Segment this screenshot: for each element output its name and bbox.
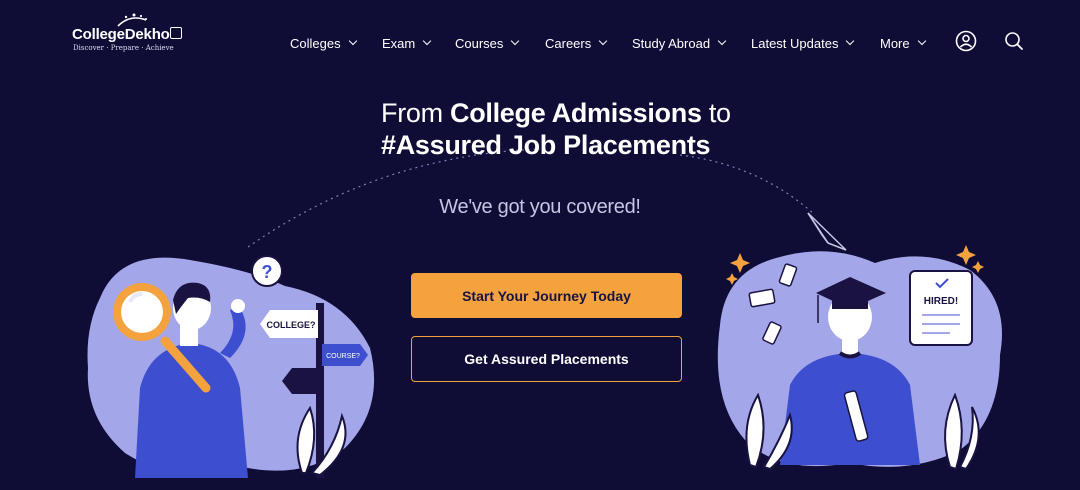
chevron-down-icon	[917, 36, 926, 46]
nav-exam[interactable]: Exam	[382, 29, 432, 57]
nav-label: Colleges	[290, 35, 341, 51]
svg-text:HIRED!: HIRED!	[924, 296, 958, 307]
sparkle-icon	[730, 253, 750, 273]
nav-label: Latest Updates	[751, 35, 839, 51]
chevron-down-icon	[511, 36, 520, 46]
nav-label: Study Abroad	[632, 35, 711, 51]
headline-line-1: From College Admissions to	[381, 97, 731, 129]
chevron-down-icon	[717, 36, 727, 46]
chevron-down-icon	[422, 36, 432, 46]
headline-line-2: #Assured Job Placements	[381, 129, 731, 161]
brand-tagline: Discover · Prepare · Achieve	[73, 44, 174, 52]
student-searching-illustration: ? COLLEGE? COURSE?	[87, 255, 375, 478]
svg-text:COLLEGE?: COLLEGE?	[267, 320, 316, 330]
brand-logo[interactable]: CollegeDekho Discover · Prepare · Achiev…	[72, 12, 182, 56]
chevron-down-icon	[846, 36, 855, 46]
chevron-down-icon	[599, 36, 608, 46]
paper-plane-icon	[807, 212, 847, 251]
assured-placements-button[interactable]: Get Assured Placements	[411, 336, 682, 382]
nav-study-abroad[interactable]: Study Abroad	[632, 29, 727, 57]
nav-courses[interactable]: Courses	[455, 29, 520, 57]
hero-headline: From College Admissions to #Assured Job …	[381, 97, 731, 161]
start-journey-button[interactable]: Start Your Journey Today	[411, 273, 682, 318]
nav-careers[interactable]: Careers	[545, 29, 608, 57]
nav-label: More	[880, 35, 910, 51]
sign-course: COURSE?	[322, 344, 368, 366]
headline-bold-2: #Assured Job Placements	[381, 130, 711, 160]
nav-label: Courses	[455, 35, 504, 51]
sparkle-icon	[972, 261, 984, 273]
headline-suffix: to	[701, 98, 731, 128]
graduate-hired-illustration: HIRED!	[717, 212, 1002, 471]
svg-text:COURSE?: COURSE?	[326, 353, 360, 360]
sparkle-icon	[956, 245, 976, 265]
nav-colleges[interactable]: Colleges	[290, 29, 357, 57]
chevron-down-icon	[348, 36, 357, 46]
hired-document: HIRED!	[909, 270, 973, 346]
sign-college: COLLEGE?	[260, 310, 318, 338]
question-mark-icon: ?	[251, 255, 283, 287]
nav-latest-updates[interactable]: Latest Updates	[751, 29, 855, 57]
logo-badge-icon	[170, 27, 182, 39]
svg-text:?: ?	[262, 262, 273, 282]
brand-name: CollegeDekho	[72, 26, 170, 43]
search-icon[interactable]	[1003, 30, 1025, 52]
headline-bold-1: College Admissions	[450, 98, 702, 128]
headline-prefix: From	[381, 98, 450, 128]
nav-more[interactable]: More	[880, 29, 926, 57]
user-account-icon[interactable]	[955, 30, 977, 52]
nav-label: Exam	[382, 35, 416, 51]
nav-label: Careers	[545, 35, 592, 51]
